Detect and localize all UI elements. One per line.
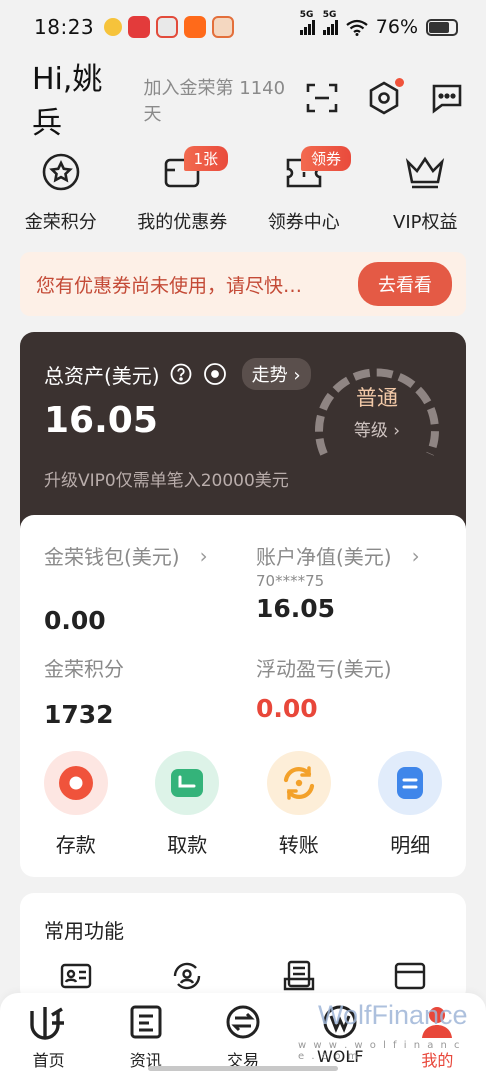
greeting: Hi,姚兵 [32, 62, 103, 141]
wallet-value: 0.00 [44, 606, 106, 635]
bottom-tab-bar: 首页 资讯 交易 WOLF 我的 [0, 993, 486, 1074]
chevron-right-icon: › [199, 543, 208, 568]
chevron-right-icon: › [393, 421, 401, 441]
level-link[interactable]: 等级 › [310, 416, 444, 441]
tab-trade[interactable]: 交易 [194, 993, 291, 1074]
battery-percent: 76% [375, 16, 418, 38]
header: Hi,姚兵 加入金荣第 1140 天 [0, 62, 486, 141]
trade-icon [226, 1005, 260, 1039]
help-icon[interactable] [170, 363, 192, 385]
details-icon [378, 751, 443, 815]
quick-item-vip[interactable]: VIP权益 [365, 150, 486, 240]
wallet-card: 金荣钱包(美元) › 0.00 账户净值(美元) › 70****75 16.05 … [20, 515, 466, 877]
points-label: 金荣积分 [44, 657, 124, 681]
join-days: 加入金荣第 1140 天 [143, 78, 286, 125]
action-label: 转账 [278, 833, 319, 857]
notice-text: 您有优惠券尚未使用，请尽快… [36, 274, 303, 297]
transfer-button[interactable]: 转账 [243, 751, 355, 858]
notification-dot [395, 78, 404, 87]
notification-icons [104, 16, 235, 38]
points-balance: 金荣积分 1732 [44, 653, 124, 729]
common-functions: 常用功能 [20, 893, 466, 1003]
app-notification-icon [104, 18, 123, 36]
account-number: 70****75 [256, 572, 325, 590]
quick-item-label: 领券中心 [267, 212, 340, 233]
tab-mine[interactable]: 我的 [389, 993, 486, 1074]
withdraw-icon [155, 751, 220, 815]
status-bar: 18:23 5G 5G 76% [0, 0, 486, 54]
quick-item-coupon-center[interactable]: 领券 领券中心 [243, 146, 365, 240]
tab-wolf[interactable]: WOLF [292, 993, 389, 1074]
action-label: 取款 [167, 833, 208, 857]
wallet-balance[interactable]: 金荣钱包(美元) › 0.00 [44, 541, 208, 636]
account-equity[interactable]: 账户净值(美元) › 70****75 16.05 [256, 541, 420, 624]
withdraw-button[interactable]: 取款 [132, 751, 244, 858]
section-title: 常用功能 [44, 919, 124, 943]
view-coupons-button[interactable]: 去看看 [358, 262, 452, 306]
tab-home[interactable]: 首页 [0, 993, 97, 1074]
action-label: 存款 [55, 833, 96, 857]
points-value: 1732 [44, 700, 114, 729]
app-notification-icon [156, 16, 179, 38]
eye-icon[interactable] [202, 363, 228, 385]
coupon-center-badge: 领券 [301, 146, 352, 171]
pnl-value: 0.00 [256, 694, 318, 723]
taobao-icon [184, 16, 207, 38]
account-actions: 存款 取款 转账 明细 [20, 751, 466, 858]
tab-label: 我的 [421, 1051, 454, 1070]
quick-item-coupons[interactable]: 1张 我的优惠券 [122, 146, 244, 240]
user-refresh-icon[interactable] [132, 959, 244, 993]
wifi-icon [346, 19, 368, 36]
quick-item-points[interactable]: 金荣积分 [0, 150, 122, 240]
quick-item-label: VIP权益 [393, 212, 458, 233]
quick-item-label: 金荣积分 [24, 212, 97, 233]
equity-label: 账户净值(美元) [256, 545, 392, 569]
coupon-notice: 您有优惠券尚未使用，请尽快… 去看看 [20, 252, 466, 316]
pnl-label: 浮动盈亏(美元) [256, 657, 392, 681]
star-badge-icon [39, 150, 83, 194]
status-time: 18:23 [34, 15, 95, 39]
quick-item-label: 我的优惠券 [137, 212, 228, 233]
signal-icon: 5G [322, 10, 338, 35]
details-button[interactable]: 明细 [355, 751, 467, 858]
trend-button[interactable]: 走势 › [241, 358, 311, 390]
home-indicator [148, 1066, 338, 1071]
document-icon[interactable] [243, 959, 355, 993]
tab-news[interactable]: 资讯 [97, 993, 194, 1074]
id-card-icon[interactable] [20, 959, 132, 993]
chevron-right-icon: › [411, 543, 420, 568]
coupon-count-badge: 1张 [183, 146, 229, 171]
action-label: 明细 [390, 833, 431, 857]
home-logo-icon [29, 1007, 64, 1040]
settings-icon[interactable] [366, 78, 404, 116]
total-asset-value: 16.05 [44, 400, 158, 441]
deposit-button[interactable]: 存款 [20, 751, 132, 858]
signal-icon: 5G [299, 10, 315, 35]
tab-label: WOLF [316, 1047, 364, 1066]
chevron-right-icon: › [293, 365, 301, 386]
floating-pnl: 浮动盈亏(美元) 0.00 [256, 653, 392, 723]
app-notification-icon [128, 16, 151, 38]
transfer-icon [266, 751, 331, 815]
news-icon [130, 1005, 162, 1039]
app-notification-icon [212, 16, 235, 38]
message-icon[interactable] [428, 80, 464, 116]
equity-value: 16.05 [256, 594, 336, 623]
member-level: 普通 [356, 386, 398, 410]
vip-upgrade-note: 升级VIP0仅需单笔入20000美元 [44, 471, 289, 491]
tab-label: 首页 [32, 1051, 65, 1070]
profile-icon [422, 1007, 453, 1038]
scan-icon[interactable] [304, 80, 340, 116]
crown-icon [403, 150, 447, 194]
wallet-label: 金荣钱包(美元) [44, 545, 180, 569]
total-asset-label: 总资产(美元) [44, 363, 160, 388]
wolf-icon [323, 1005, 357, 1039]
quick-menu: 金荣积分 1张 我的优惠券 领券 领券中心 VIP权益 [0, 146, 486, 240]
battery-icon [426, 18, 458, 36]
deposit-icon [43, 751, 108, 815]
card-icon[interactable] [355, 959, 467, 993]
